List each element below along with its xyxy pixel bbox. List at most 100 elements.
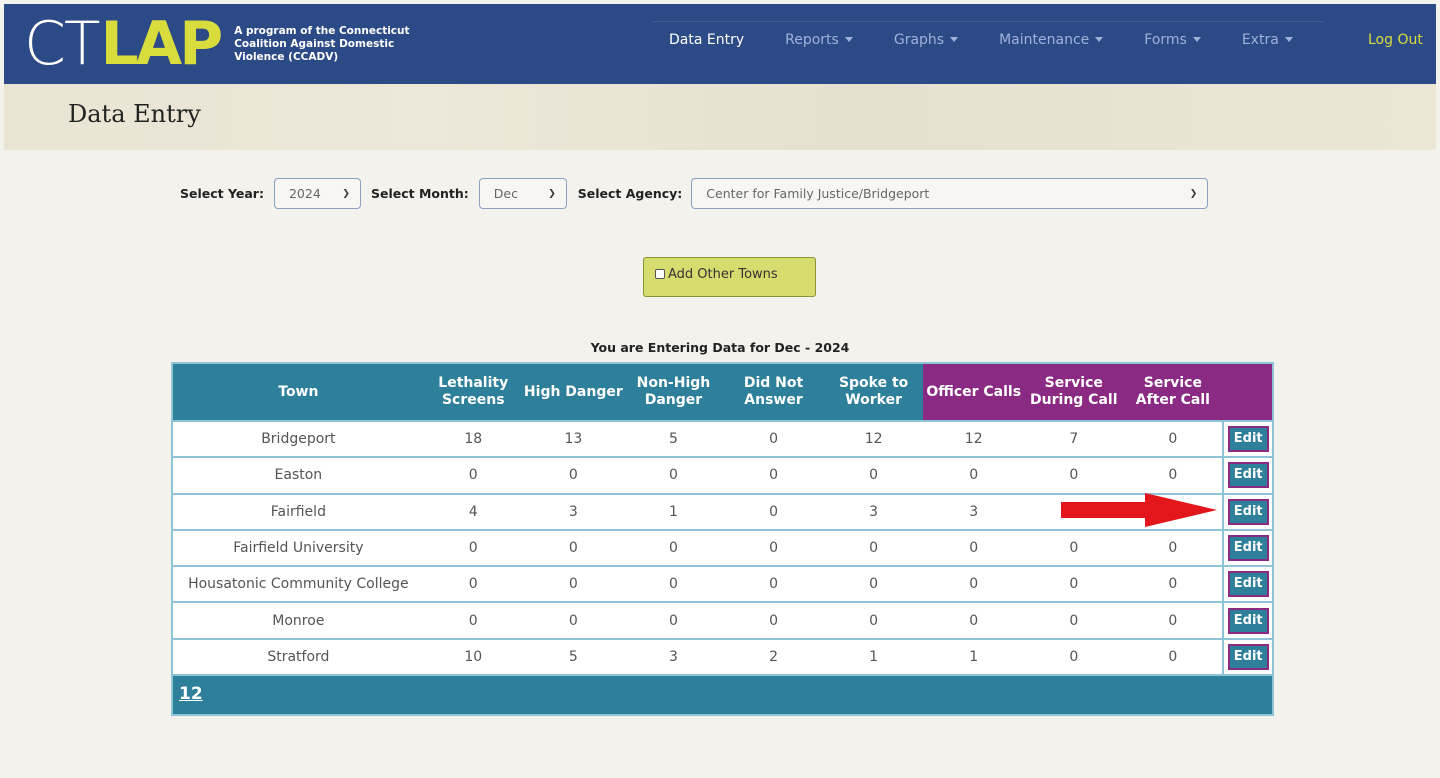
chevron-down-icon: ❯ — [1189, 188, 1198, 199]
column-header-label: Non-High Danger — [636, 375, 711, 408]
value-cell: 12 — [864, 431, 883, 448]
column-header: Officer Calls — [923, 364, 1025, 420]
town-cell: Fairfield University — [233, 540, 364, 557]
value-cell: 12 — [964, 431, 983, 448]
value-cell: 5 — [568, 648, 578, 665]
nav-item-maintenance[interactable]: Maintenance — [999, 32, 1104, 48]
column-header: Non-High Danger — [623, 364, 723, 420]
edit-button[interactable]: Edit — [1227, 462, 1269, 489]
value-cell: 0 — [468, 467, 478, 484]
edit-cell: Edit — [1222, 639, 1272, 675]
value-cell: 0 — [1168, 648, 1178, 665]
value-cell: 10 — [464, 648, 483, 665]
edit-button[interactable]: Edit — [1227, 607, 1269, 634]
value-cell: 1 — [668, 503, 678, 520]
nav-divider — [652, 21, 1324, 22]
value-cell: 0 — [1168, 576, 1178, 593]
value-cell: 7 — [1069, 431, 1079, 448]
caret-down-icon — [950, 37, 959, 42]
value-cell: 0 — [1168, 467, 1178, 484]
year-select[interactable]: 2024 ❯ — [273, 178, 361, 209]
nav-item-label: Data Entry — [669, 32, 745, 48]
table-row: Housatonic Community College 0 0 0 0 0 0 0 0 Edit — [173, 565, 1272, 602]
nav-item-forms[interactable]: Forms — [1144, 32, 1201, 48]
column-header: Town — [173, 364, 424, 420]
edit-button[interactable]: Edit — [1227, 535, 1269, 562]
value-cell: 0 — [1069, 576, 1079, 593]
value-cell: 0 — [468, 540, 478, 557]
value-cell: 0 — [1168, 612, 1178, 629]
ctlap-logo[interactable]: CT LAP A program of the Connecticut Coal… — [24, 12, 434, 76]
table-header: Town Lethality Screens High Danger Non-High… — [173, 364, 1272, 420]
value-cell: 0 — [969, 467, 979, 484]
month-value: Dec — [493, 186, 518, 201]
value-cell: 0 — [568, 540, 578, 557]
value-cell: 0 — [568, 612, 578, 629]
edit-cell: Edit — [1222, 603, 1272, 638]
agency-select[interactable]: Center for Family Justice/Bridgeport ❯ — [691, 178, 1209, 209]
logo-ct: CT — [24, 9, 101, 79]
caret-down-icon — [1095, 37, 1104, 42]
logo-lap: LAP — [100, 9, 224, 79]
value-cell: 0 — [769, 540, 778, 557]
town-cell: Housatonic Community College — [188, 576, 409, 593]
edit-button[interactable]: Edit — [1227, 643, 1269, 670]
nav-item-extra[interactable]: Extra — [1242, 32, 1293, 48]
nav-item-data-entry[interactable]: Data Entry — [669, 32, 744, 48]
edit-button[interactable]: Edit — [1227, 498, 1269, 525]
value-cell: 0 — [568, 576, 578, 593]
page-header: Data Entry — [4, 84, 1436, 150]
edit-button[interactable]: Edit — [1227, 426, 1269, 453]
value-cell: 0 — [668, 612, 678, 629]
value-cell: 0 — [1069, 540, 1079, 557]
column-header-label: Town — [278, 383, 319, 400]
page-title: Data Entry — [68, 100, 201, 128]
month-select[interactable]: Dec ❯ — [478, 178, 567, 209]
value-cell: 0 — [869, 540, 879, 557]
value-cell: 0 — [869, 467, 879, 484]
agency-value: Center for Family Justice/Bridgeport — [706, 186, 930, 201]
value-cell: 1 — [869, 648, 879, 665]
value-cell: 0 — [969, 612, 979, 629]
chevron-down-icon: ❯ — [548, 188, 556, 199]
column-header: Service During Call — [1024, 364, 1124, 420]
logout-link[interactable]: Log Out — [1368, 32, 1423, 48]
town-cell: Easton — [274, 467, 323, 484]
column-header: Lethality Screens — [423, 364, 523, 420]
table-row: Easton 0 0 0 0 0 0 0 0 Edit — [173, 456, 1272, 493]
edit-button[interactable]: Edit — [1227, 571, 1269, 598]
red-arrow-right-icon — [1061, 493, 1217, 527]
value-cell: 0 — [568, 467, 578, 484]
column-header-label: Officer Calls — [926, 383, 1022, 400]
value-cell: 4 — [468, 503, 478, 520]
add-towns-checkbox[interactable] — [655, 269, 665, 279]
value-cell: 0 — [869, 576, 879, 593]
column-header-label: Did Not Answer — [743, 375, 804, 408]
value-cell: 0 — [668, 540, 678, 557]
town-cell: Monroe — [272, 612, 325, 629]
filter-bar: Select Year: 2024 ❯ Select Month: Dec ❯ … — [180, 178, 1209, 209]
column-header-label: Spoke to Worker — [838, 375, 909, 408]
pager-link[interactable]: 12 — [179, 684, 203, 704]
value-cell: 0 — [969, 576, 979, 593]
edit-cell: Edit — [1222, 458, 1272, 493]
town-cell: Fairfield — [270, 503, 326, 520]
value-cell: 18 — [464, 431, 483, 448]
value-cell: 0 — [1168, 431, 1178, 448]
nav-item-graphs[interactable]: Graphs — [894, 32, 959, 48]
value-cell: 0 — [1168, 540, 1178, 557]
column-header: High Danger — [522, 364, 624, 420]
edit-cell: Edit — [1222, 567, 1272, 602]
chevron-down-icon: ❯ — [342, 188, 350, 199]
table-body: Bridgeport 18 13 5 0 12 12 7 0 Edit Easton 0 0 0 0 0 0 0 0… — [173, 420, 1272, 675]
add-other-towns-toggle[interactable]: Add Other Towns — [643, 257, 816, 297]
add-towns-label: Add Other Towns — [668, 267, 778, 282]
table-row: Stratford 10 5 3 2 1 1 0 0 Edit — [173, 637, 1272, 675]
nav-menu: Data Entry Reports Graphs Maintenance Forms E… — [669, 32, 1293, 48]
value-cell: 3 — [969, 503, 979, 520]
value-cell: 5 — [668, 431, 678, 448]
value-cell: 13 — [564, 431, 583, 448]
nav-item-reports[interactable]: Reports — [785, 32, 853, 48]
value-cell: 3 — [668, 648, 678, 665]
navbar: CT LAP A program of the Connecticut Coal… — [4, 4, 1436, 84]
